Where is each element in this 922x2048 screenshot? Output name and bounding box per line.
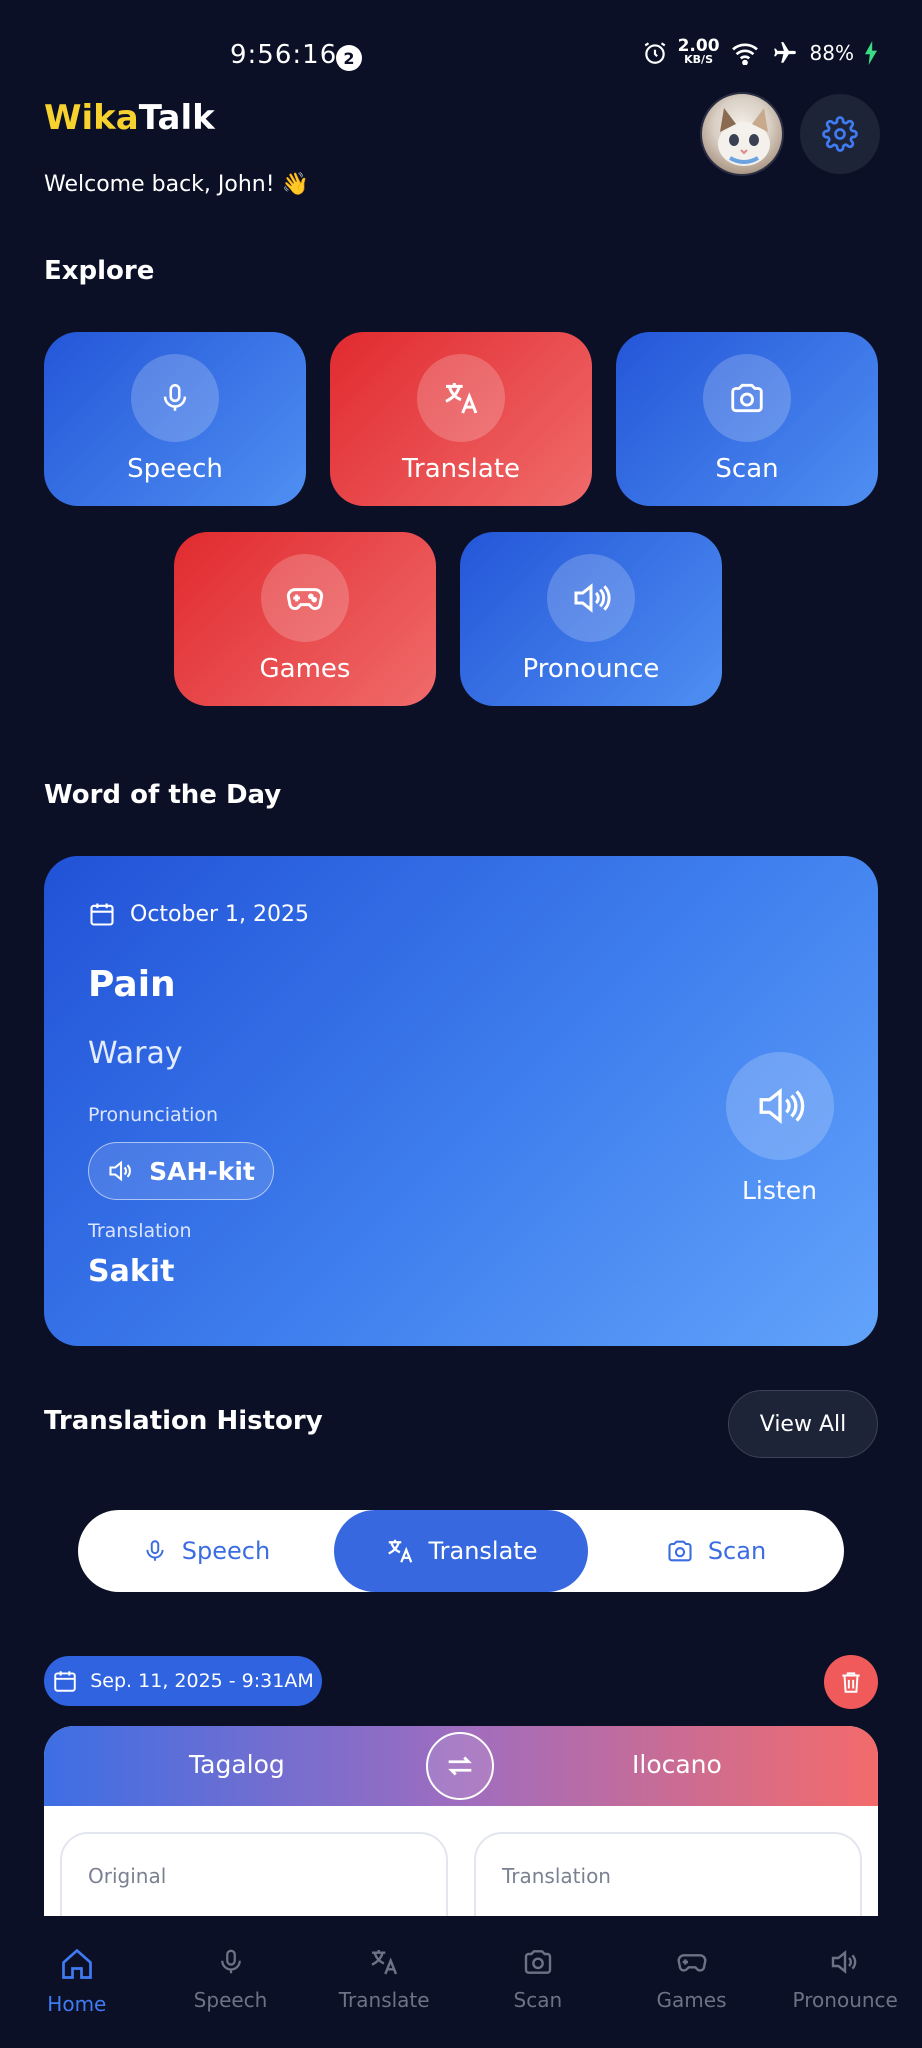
pronunciation-label: Pronunciation (88, 1104, 219, 1126)
explore-speech-tile[interactable]: Speech (44, 332, 306, 506)
trash-icon (838, 1669, 864, 1695)
gamepad-icon (261, 554, 349, 642)
airplane-mode-icon (770, 40, 800, 66)
alarm-icon (642, 40, 668, 66)
explore-games-label: Games (259, 654, 351, 684)
swap-languages-button[interactable] (426, 1732, 494, 1800)
nav-home[interactable]: Home (0, 1916, 154, 2048)
word-of-day-card: October 1, 2025 Pain Waray Pronunciation… (44, 856, 878, 1346)
camera-icon (703, 354, 791, 442)
gear-icon (822, 116, 858, 152)
calendar-icon (88, 900, 116, 928)
charging-icon (864, 41, 878, 65)
delete-button[interactable] (824, 1655, 878, 1709)
pronunciation-button[interactable]: SAH-kit (88, 1142, 274, 1200)
swap-icon (443, 1749, 477, 1783)
listen-button[interactable] (726, 1052, 834, 1160)
history-type-tabs: Speech Translate Scan (78, 1510, 844, 1592)
explore-pronounce-label: Pronounce (522, 654, 660, 684)
view-all-button[interactable]: View All (728, 1390, 878, 1458)
translation-label: Translation (88, 1220, 192, 1242)
settings-button[interactable] (800, 94, 880, 174)
translation-box-label: Translation (502, 1864, 611, 1888)
welcome-message: Welcome back, John! 👋 (44, 172, 309, 197)
nav-games[interactable]: Games (615, 1916, 769, 2048)
explore-translate-tile[interactable]: Translate (330, 332, 592, 506)
gamepad-icon (675, 1946, 709, 1978)
word-of-day-title: Word of the Day (44, 780, 282, 810)
tab-speech[interactable]: Speech (78, 1510, 334, 1592)
speaker-icon (107, 1157, 135, 1185)
nav-speech[interactable]: Speech (154, 1916, 308, 2048)
home-icon (59, 1946, 95, 1982)
word-of-day-word: Pain (88, 964, 176, 1005)
network-speed: 2.00 KB/S (677, 36, 720, 67)
mic-icon (142, 1538, 168, 1564)
wifi-icon (730, 41, 760, 65)
camera-icon (522, 1946, 554, 1978)
explore-scan-tile[interactable]: Scan (616, 332, 878, 506)
explore-pronounce-tile[interactable]: Pronounce (460, 532, 722, 706)
tab-scan[interactable]: Scan (588, 1510, 844, 1592)
status-icons: 2.00 KB/S 88% (642, 36, 878, 67)
listen-label: Listen (742, 1176, 817, 1205)
speaker-icon (547, 554, 635, 642)
mic-icon (216, 1946, 246, 1978)
bottom-navigation: Home Speech Translate Scan Games Pronoun… (0, 1916, 922, 2048)
tab-translate[interactable]: Translate (334, 1510, 588, 1592)
camera-icon (666, 1537, 694, 1565)
original-label: Original (88, 1864, 167, 1888)
nav-translate[interactable]: Translate (307, 1916, 461, 2048)
word-of-day-translation: Sakit (88, 1254, 175, 1289)
target-language: Ilocano (632, 1750, 722, 1779)
source-language: Tagalog (189, 1750, 285, 1779)
history-entry-date: Sep. 11, 2025 - 9:31AM (44, 1656, 322, 1706)
word-of-day-language: Waray (88, 1036, 183, 1071)
speaker-icon (829, 1946, 861, 1978)
explore-games-tile[interactable]: Games (174, 532, 436, 706)
word-of-day-date: October 1, 2025 (88, 900, 309, 928)
avatar[interactable] (700, 92, 784, 176)
explore-translate-label: Translate (401, 454, 521, 484)
nav-pronounce[interactable]: Pronounce (768, 1916, 922, 2048)
explore-speech-label: Speech (127, 454, 223, 484)
translate-icon (385, 1536, 415, 1566)
explore-title: Explore (44, 256, 155, 286)
mic-icon (131, 354, 219, 442)
battery-level: 88% (809, 41, 854, 65)
history-title: Translation History (44, 1406, 323, 1436)
translate-icon (368, 1946, 400, 1978)
language-pair-header: Tagalog Ilocano (44, 1726, 878, 1806)
nav-scan[interactable]: Scan (461, 1916, 615, 2048)
app-logo: WikaTalk (44, 98, 215, 138)
speaker-icon (755, 1081, 805, 1131)
explore-scan-label: Scan (715, 454, 779, 484)
calendar-icon (52, 1668, 78, 1694)
status-time: 9:56:16 (230, 40, 338, 70)
notification-count-badge: 2 (336, 45, 362, 71)
translate-icon (417, 354, 505, 442)
